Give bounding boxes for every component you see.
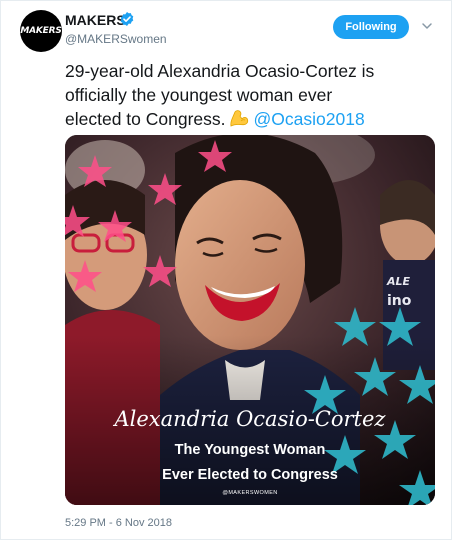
following-button[interactable]: Following [333, 15, 409, 39]
svg-text:ALE: ALE [386, 275, 411, 288]
tweet-photo[interactable]: ALE ino Alexandria Ocasio-Cortez The You… [65, 135, 435, 505]
user-handle[interactable]: @MAKERSwomen [65, 32, 167, 46]
tweet-text-line: 29-year-old Alexandria Ocasio-Cortez is [65, 61, 375, 81]
tweet-card: MAKERS MAKERS @MAKERSwomen Following 29-… [0, 0, 452, 540]
mention-link[interactable]: @Ocasio2018 [254, 109, 365, 129]
chevron-down-icon[interactable] [421, 20, 433, 32]
tweet-text-line: officially the youngest woman ever [65, 85, 333, 105]
photo-caption-line: Ever Elected to Congress [162, 467, 338, 483]
verified-badge-icon [120, 12, 134, 26]
tweet-text: 29-year-old Alexandria Ocasio-Cortez is … [65, 59, 435, 131]
tweet-text-segment: elected to Congress. [65, 109, 226, 129]
photo-caption-line: The Youngest Woman [174, 442, 326, 458]
tweet-text-line-3: elected to Congress. @Ocasio2018 [65, 107, 435, 131]
photo-caption-name: Alexandria Ocasio-Cortez [114, 407, 386, 431]
avatar-logo-text: MAKERS [20, 26, 62, 36]
svg-text:ino: ino [387, 293, 412, 309]
display-name[interactable]: MAKERS [65, 12, 126, 28]
avatar[interactable]: MAKERS [20, 10, 62, 52]
tweet-timestamp[interactable]: 5:29 PM - 6 Nov 2018 [65, 517, 172, 529]
photo-credit: @MAKERSWOMEN [222, 490, 278, 496]
flexed-biceps-icon [229, 110, 248, 127]
